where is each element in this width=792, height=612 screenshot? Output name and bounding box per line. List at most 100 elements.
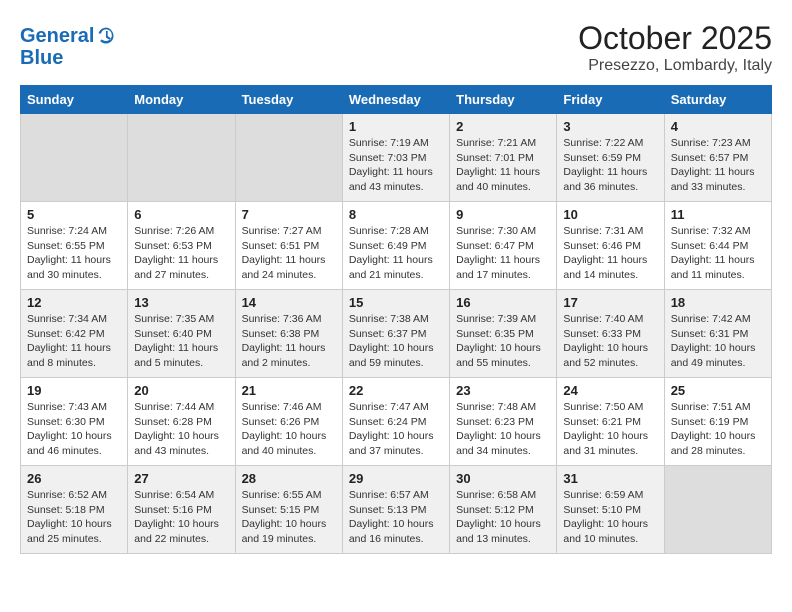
- day-info: Sunrise: 7:47 AM Sunset: 6:24 PM Dayligh…: [349, 400, 443, 459]
- calendar-cell: 21 Sunrise: 7:46 AM Sunset: 6:26 PM Dayli…: [235, 378, 342, 466]
- day-number: 9: [456, 207, 550, 222]
- day-info: Sunrise: 7:32 AM Sunset: 6:44 PM Dayligh…: [671, 224, 765, 283]
- weekday-header: Wednesday: [342, 86, 449, 114]
- calendar-table: SundayMondayTuesdayWednesdayThursdayFrid…: [20, 85, 772, 554]
- logo-icon: [96, 26, 116, 46]
- day-number: 16: [456, 295, 550, 310]
- day-number: 13: [134, 295, 228, 310]
- day-info: Sunrise: 7:36 AM Sunset: 6:38 PM Dayligh…: [242, 312, 336, 371]
- calendar-week-row: 1Sunrise: 7:19 AM Sunset: 7:03 PM Daylig…: [21, 114, 772, 202]
- calendar-cell: 16 Sunrise: 7:39 AM Sunset: 6:35 PM Dayli…: [450, 290, 557, 378]
- calendar-cell: 14 Sunrise: 7:36 AM Sunset: 6:38 PM Dayli…: [235, 290, 342, 378]
- calendar-cell: 9 Sunrise: 7:30 AM Sunset: 6:47 PM Daylig…: [450, 202, 557, 290]
- day-info: Sunrise: 6:59 AM Sunset: 5:10 PM Dayligh…: [563, 488, 657, 547]
- calendar-cell: 26 Sunrise: 6:52 AM Sunset: 5:18 PM Dayli…: [21, 466, 128, 554]
- title-block: October 2025 Presezzo, Lombardy, Italy: [578, 20, 772, 75]
- day-number: 17: [563, 295, 657, 310]
- calendar-week-row: 12 Sunrise: 7:34 AM Sunset: 6:42 PM Dayli…: [21, 290, 772, 378]
- calendar-cell: 2Sunrise: 7:21 AM Sunset: 7:01 PM Daylig…: [450, 114, 557, 202]
- day-number: 14: [242, 295, 336, 310]
- calendar-cell: 6 Sunrise: 7:26 AM Sunset: 6:53 PM Daylig…: [128, 202, 235, 290]
- weekday-header: Thursday: [450, 86, 557, 114]
- header-row: SundayMondayTuesdayWednesdayThursdayFrid…: [21, 86, 772, 114]
- calendar-cell: 25 Sunrise: 7:51 AM Sunset: 6:19 PM Dayli…: [664, 378, 771, 466]
- day-info: Sunrise: 7:26 AM Sunset: 6:53 PM Dayligh…: [134, 224, 228, 283]
- day-info: Sunrise: 7:48 AM Sunset: 6:23 PM Dayligh…: [456, 400, 550, 459]
- day-number: 6: [134, 207, 228, 222]
- calendar-cell: 31 Sunrise: 6:59 AM Sunset: 5:10 PM Dayli…: [557, 466, 664, 554]
- day-info: Sunrise: 7:24 AM Sunset: 6:55 PM Dayligh…: [27, 224, 121, 283]
- day-info: Sunrise: 7:42 AM Sunset: 6:31 PM Dayligh…: [671, 312, 765, 371]
- day-info: Sunrise: 7:34 AM Sunset: 6:42 PM Dayligh…: [27, 312, 121, 371]
- day-info: Sunrise: 6:58 AM Sunset: 5:12 PM Dayligh…: [456, 488, 550, 547]
- day-number: 8: [349, 207, 443, 222]
- weekday-header: Tuesday: [235, 86, 342, 114]
- calendar-cell: 8 Sunrise: 7:28 AM Sunset: 6:49 PM Daylig…: [342, 202, 449, 290]
- day-number: 20: [134, 383, 228, 398]
- day-number: 15: [349, 295, 443, 310]
- day-info: Sunrise: 6:57 AM Sunset: 5:13 PM Dayligh…: [349, 488, 443, 547]
- day-number: 21: [242, 383, 336, 398]
- weekday-header: Monday: [128, 86, 235, 114]
- day-info: Sunrise: 7:28 AM Sunset: 6:49 PM Dayligh…: [349, 224, 443, 283]
- day-info: Sunrise: 6:55 AM Sunset: 5:15 PM Dayligh…: [242, 488, 336, 547]
- day-info: Sunrise: 7:39 AM Sunset: 6:35 PM Dayligh…: [456, 312, 550, 371]
- day-number: 3: [563, 119, 657, 134]
- day-number: 1: [349, 119, 443, 134]
- calendar-cell: 27 Sunrise: 6:54 AM Sunset: 5:16 PM Dayli…: [128, 466, 235, 554]
- day-number: 25: [671, 383, 765, 398]
- day-info: Sunrise: 7:21 AM Sunset: 7:01 PM Dayligh…: [456, 136, 550, 195]
- month-title: October 2025: [578, 20, 772, 57]
- day-info: Sunrise: 7:30 AM Sunset: 6:47 PM Dayligh…: [456, 224, 550, 283]
- calendar-cell: 1Sunrise: 7:19 AM Sunset: 7:03 PM Daylig…: [342, 114, 449, 202]
- calendar-cell: 5Sunrise: 7:24 AM Sunset: 6:55 PM Daylig…: [21, 202, 128, 290]
- day-info: Sunrise: 7:27 AM Sunset: 6:51 PM Dayligh…: [242, 224, 336, 283]
- calendar-cell: 30 Sunrise: 6:58 AM Sunset: 5:12 PM Dayli…: [450, 466, 557, 554]
- calendar-week-row: 5Sunrise: 7:24 AM Sunset: 6:55 PM Daylig…: [21, 202, 772, 290]
- weekday-header: Saturday: [664, 86, 771, 114]
- logo-text: General: [20, 25, 94, 47]
- calendar-cell: 4Sunrise: 7:23 AM Sunset: 6:57 PM Daylig…: [664, 114, 771, 202]
- day-info: Sunrise: 7:46 AM Sunset: 6:26 PM Dayligh…: [242, 400, 336, 459]
- calendar-cell: [128, 114, 235, 202]
- day-info: Sunrise: 7:51 AM Sunset: 6:19 PM Dayligh…: [671, 400, 765, 459]
- calendar-cell: 10Sunrise: 7:31 AM Sunset: 6:46 PM Dayli…: [557, 202, 664, 290]
- day-info: Sunrise: 7:31 AM Sunset: 6:46 PM Dayligh…: [563, 224, 657, 283]
- page-header: General Blue October 2025 Presezzo, Lomb…: [20, 20, 772, 75]
- calendar-cell: 24 Sunrise: 7:50 AM Sunset: 6:21 PM Dayli…: [557, 378, 664, 466]
- calendar-cell: 12 Sunrise: 7:34 AM Sunset: 6:42 PM Dayli…: [21, 290, 128, 378]
- day-number: 30: [456, 471, 550, 486]
- calendar-cell: 3 Sunrise: 7:22 AM Sunset: 6:59 PM Daylig…: [557, 114, 664, 202]
- day-number: 29: [349, 471, 443, 486]
- logo: General Blue: [20, 20, 116, 69]
- calendar-week-row: 26 Sunrise: 6:52 AM Sunset: 5:18 PM Dayli…: [21, 466, 772, 554]
- day-number: 7: [242, 207, 336, 222]
- calendar-cell: 29 Sunrise: 6:57 AM Sunset: 5:13 PM Dayli…: [342, 466, 449, 554]
- day-info: Sunrise: 7:40 AM Sunset: 6:33 PM Dayligh…: [563, 312, 657, 371]
- calendar-cell: [664, 466, 771, 554]
- calendar-cell: 22Sunrise: 7:47 AM Sunset: 6:24 PM Dayli…: [342, 378, 449, 466]
- day-info: Sunrise: 7:43 AM Sunset: 6:30 PM Dayligh…: [27, 400, 121, 459]
- day-info: Sunrise: 7:35 AM Sunset: 6:40 PM Dayligh…: [134, 312, 228, 371]
- day-number: 12: [27, 295, 121, 310]
- day-number: 19: [27, 383, 121, 398]
- day-number: 24: [563, 383, 657, 398]
- calendar-cell: 15 Sunrise: 7:38 AM Sunset: 6:37 PM Dayli…: [342, 290, 449, 378]
- day-info: Sunrise: 6:54 AM Sunset: 5:16 PM Dayligh…: [134, 488, 228, 547]
- day-info: Sunrise: 7:38 AM Sunset: 6:37 PM Dayligh…: [349, 312, 443, 371]
- calendar-cell: 28 Sunrise: 6:55 AM Sunset: 5:15 PM Dayli…: [235, 466, 342, 554]
- day-number: 11: [671, 207, 765, 222]
- day-info: Sunrise: 7:22 AM Sunset: 6:59 PM Dayligh…: [563, 136, 657, 195]
- day-number: 27: [134, 471, 228, 486]
- calendar-cell: [235, 114, 342, 202]
- calendar-cell: 19 Sunrise: 7:43 AM Sunset: 6:30 PM Dayli…: [21, 378, 128, 466]
- calendar-week-row: 19 Sunrise: 7:43 AM Sunset: 6:30 PM Dayli…: [21, 378, 772, 466]
- day-number: 31: [563, 471, 657, 486]
- day-number: 28: [242, 471, 336, 486]
- day-number: 23: [456, 383, 550, 398]
- day-info: Sunrise: 7:50 AM Sunset: 6:21 PM Dayligh…: [563, 400, 657, 459]
- day-number: 26: [27, 471, 121, 486]
- calendar-cell: 7 Sunrise: 7:27 AM Sunset: 6:51 PM Daylig…: [235, 202, 342, 290]
- calendar-cell: 23 Sunrise: 7:48 AM Sunset: 6:23 PM Dayli…: [450, 378, 557, 466]
- day-info: Sunrise: 6:52 AM Sunset: 5:18 PM Dayligh…: [27, 488, 121, 547]
